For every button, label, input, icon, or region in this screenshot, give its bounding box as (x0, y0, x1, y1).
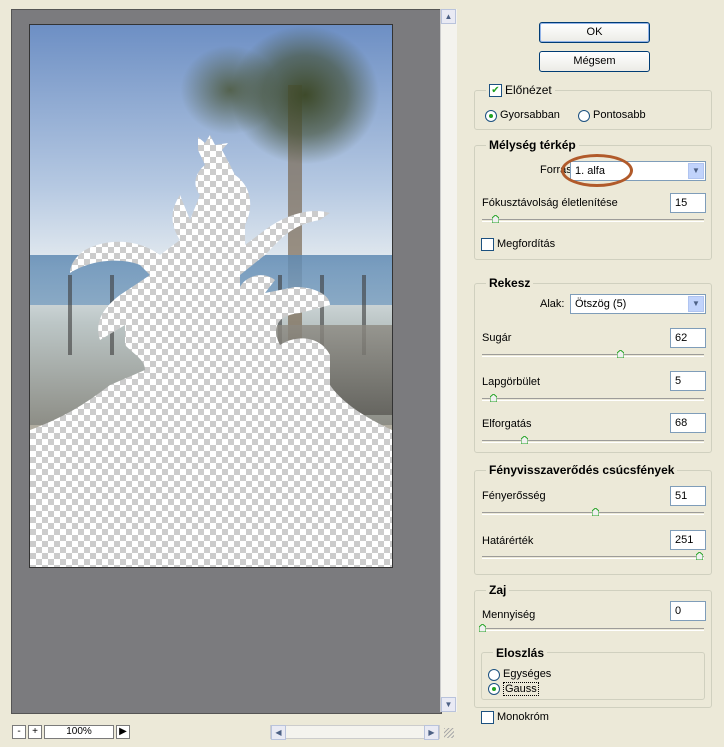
blade-curvature-input[interactable]: 5 (670, 371, 706, 391)
threshold-slider-thumb[interactable] (696, 552, 703, 560)
radius-label: Sugár (482, 332, 512, 344)
zoom-in-button[interactable]: + (28, 725, 42, 739)
preview-label: Előnézet (505, 83, 552, 97)
transparent-silhouette (30, 135, 392, 567)
chevron-down-icon[interactable]: ▼ (688, 163, 704, 179)
blur-focal-slider[interactable] (482, 219, 704, 222)
fast-mode-label: Gyorsabban (500, 109, 560, 121)
preview-horizontal-scrollbar[interactable]: ◀ ▶ (270, 725, 440, 740)
blade-curvature-slider-thumb[interactable] (490, 394, 497, 402)
gaussian-label: Gauss (503, 682, 539, 696)
preview-vertical-scrollbar[interactable]: ▲ ▼ (440, 9, 457, 712)
rotation-label: Elforgatás (482, 418, 532, 430)
threshold-slider[interactable] (482, 556, 704, 559)
cancel-button[interactable]: Mégsem (539, 51, 650, 72)
accurate-mode-radio[interactable] (578, 110, 590, 122)
rotation-input[interactable]: 68 (670, 413, 706, 433)
scroll-down-button[interactable]: ▼ (441, 697, 456, 712)
ok-button[interactable]: OK (539, 22, 650, 43)
blur-focal-slider-thumb[interactable] (492, 215, 499, 223)
highlight-oval (561, 154, 633, 187)
amount-input[interactable]: 0 (670, 601, 706, 621)
preview-checkbox[interactable]: ✔ (489, 83, 502, 97)
amount-slider-thumb[interactable] (479, 624, 486, 632)
brightness-label: Fényerősség (482, 490, 546, 502)
monochrome-checkbox[interactable] (481, 711, 494, 724)
threshold-input[interactable]: 251 (670, 530, 706, 550)
scroll-left-button[interactable]: ◀ (271, 725, 286, 740)
brightness-input[interactable]: 51 (670, 486, 706, 506)
specular-title: Fényvisszaverődés csúcsfények (486, 463, 678, 477)
shape-label: Alak: (540, 298, 565, 310)
resize-grip-icon[interactable] (444, 728, 454, 738)
blur-focal-input[interactable]: 15 (670, 193, 706, 213)
preview-legend: ✔ Előnézet (486, 83, 555, 97)
blade-curvature-label: Lapgörbület (482, 376, 541, 388)
invert-label: Megfordítás (497, 238, 556, 250)
amount-slider[interactable] (482, 628, 704, 631)
rotation-slider-thumb[interactable] (521, 436, 528, 444)
gaussian-radio[interactable] (488, 683, 500, 695)
radius-slider[interactable] (482, 354, 704, 357)
shape-value: Ötszög (5) (575, 298, 627, 310)
blade-curvature-slider[interactable] (482, 398, 704, 401)
zoom-level: 100% (44, 725, 114, 739)
chevron-down-icon[interactable]: ▼ (688, 296, 704, 312)
radius-input[interactable]: 62 (670, 328, 706, 348)
fast-mode-radio[interactable] (485, 110, 497, 122)
scroll-right-button[interactable]: ▶ (424, 725, 439, 740)
blur-focal-label: Fókusztávolság életlenítése (482, 197, 618, 209)
shape-select[interactable]: Ötszög (5) ▼ (570, 294, 706, 314)
accurate-mode-label: Pontosabb (593, 109, 646, 121)
rotation-slider[interactable] (482, 440, 704, 443)
amount-label: Mennyiség (482, 609, 536, 621)
noise-title: Zaj (486, 583, 510, 597)
scroll-up-button[interactable]: ▲ (441, 9, 456, 24)
iris-title: Rekesz (486, 276, 534, 290)
invert-checkbox[interactable] (481, 238, 494, 251)
monochrome-label: Monokróm (497, 711, 549, 723)
brightness-slider-thumb[interactable] (592, 508, 599, 516)
depth-map-title: Mélység térkép (486, 138, 579, 152)
zoom-out-button[interactable]: - (12, 725, 26, 739)
threshold-label: Határérték (482, 535, 534, 547)
preview-image (29, 24, 393, 568)
radius-slider-thumb[interactable] (617, 350, 624, 358)
distribution-title: Eloszlás (493, 646, 548, 660)
zoom-menu-arrow-icon[interactable]: ▶ (116, 725, 130, 739)
uniform-radio[interactable] (488, 669, 500, 681)
uniform-label: Egységes (503, 668, 552, 680)
